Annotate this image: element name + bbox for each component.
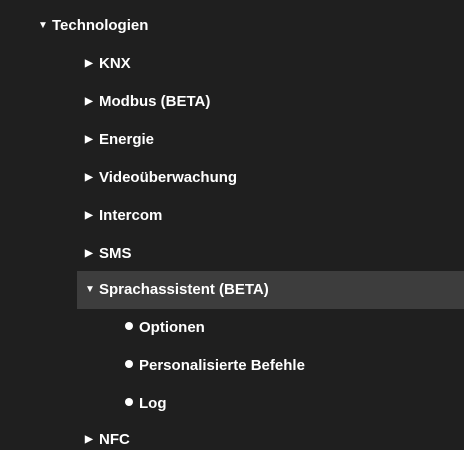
tree-subitem-log[interactable]: Log: [125, 385, 167, 423]
tree-subitem-personalisierte-befehle[interactable]: Personalisierte Befehle: [125, 347, 305, 385]
tree-item-energie[interactable]: ▶ Energie: [85, 121, 154, 159]
tree-item-intercom[interactable]: ▶ Intercom: [85, 197, 162, 235]
tree-item-sms[interactable]: ▶ SMS: [85, 235, 132, 273]
tree-item-label: NFC: [99, 431, 130, 448]
tree-item-label: Intercom: [99, 207, 163, 224]
tree-item-sprachassistent[interactable]: ▼ Sprachassistent (BETA): [77, 271, 464, 309]
tree-item-label: SMS: [99, 245, 132, 262]
bullet-icon: [125, 322, 133, 331]
tree-item-technologien[interactable]: ▼ Technologien: [38, 7, 148, 45]
tree-item-modbus[interactable]: ▶ Modbus (BETA): [85, 83, 210, 121]
triangle-right-icon: ▶: [85, 210, 93, 221]
tree-item-label: Technologien: [52, 17, 149, 34]
navigation-tree: ▼ Technologien ▶ KNX ▶ Modbus (BETA) ▶ Energ…: [0, 0, 464, 450]
tree-item-knx[interactable]: ▶ KNX: [85, 45, 131, 83]
triangle-right-icon: ▶: [85, 134, 93, 145]
triangle-right-icon: ▶: [85, 248, 93, 259]
triangle-down-icon: ▼: [85, 284, 95, 295]
tree-item-videoueberwachung[interactable]: ▶ Videoüberwachung: [85, 159, 237, 197]
triangle-right-icon: ▶: [85, 96, 93, 107]
tree-item-nfc[interactable]: ▶ NFC: [85, 421, 130, 450]
triangle-down-icon: ▼: [38, 20, 48, 31]
tree-item-label: Modbus (BETA): [99, 93, 211, 110]
triangle-right-icon: ▶: [85, 172, 93, 183]
tree-item-label: Personalisierte Befehle: [139, 357, 305, 374]
triangle-right-icon: ▶: [85, 434, 93, 445]
triangle-right-icon: ▶: [85, 58, 93, 69]
bullet-icon: [125, 360, 133, 369]
tree-item-label: Energie: [99, 131, 155, 148]
tree-subitem-optionen[interactable]: Optionen: [125, 309, 205, 347]
tree-item-label: Log: [139, 395, 167, 412]
tree-item-label: Sprachassistent (BETA): [99, 281, 269, 298]
tree-item-label: Optionen: [139, 319, 205, 336]
tree-item-label: Videoüberwachung: [99, 169, 238, 186]
bullet-icon: [125, 398, 133, 407]
tree-item-label: KNX: [99, 55, 131, 72]
